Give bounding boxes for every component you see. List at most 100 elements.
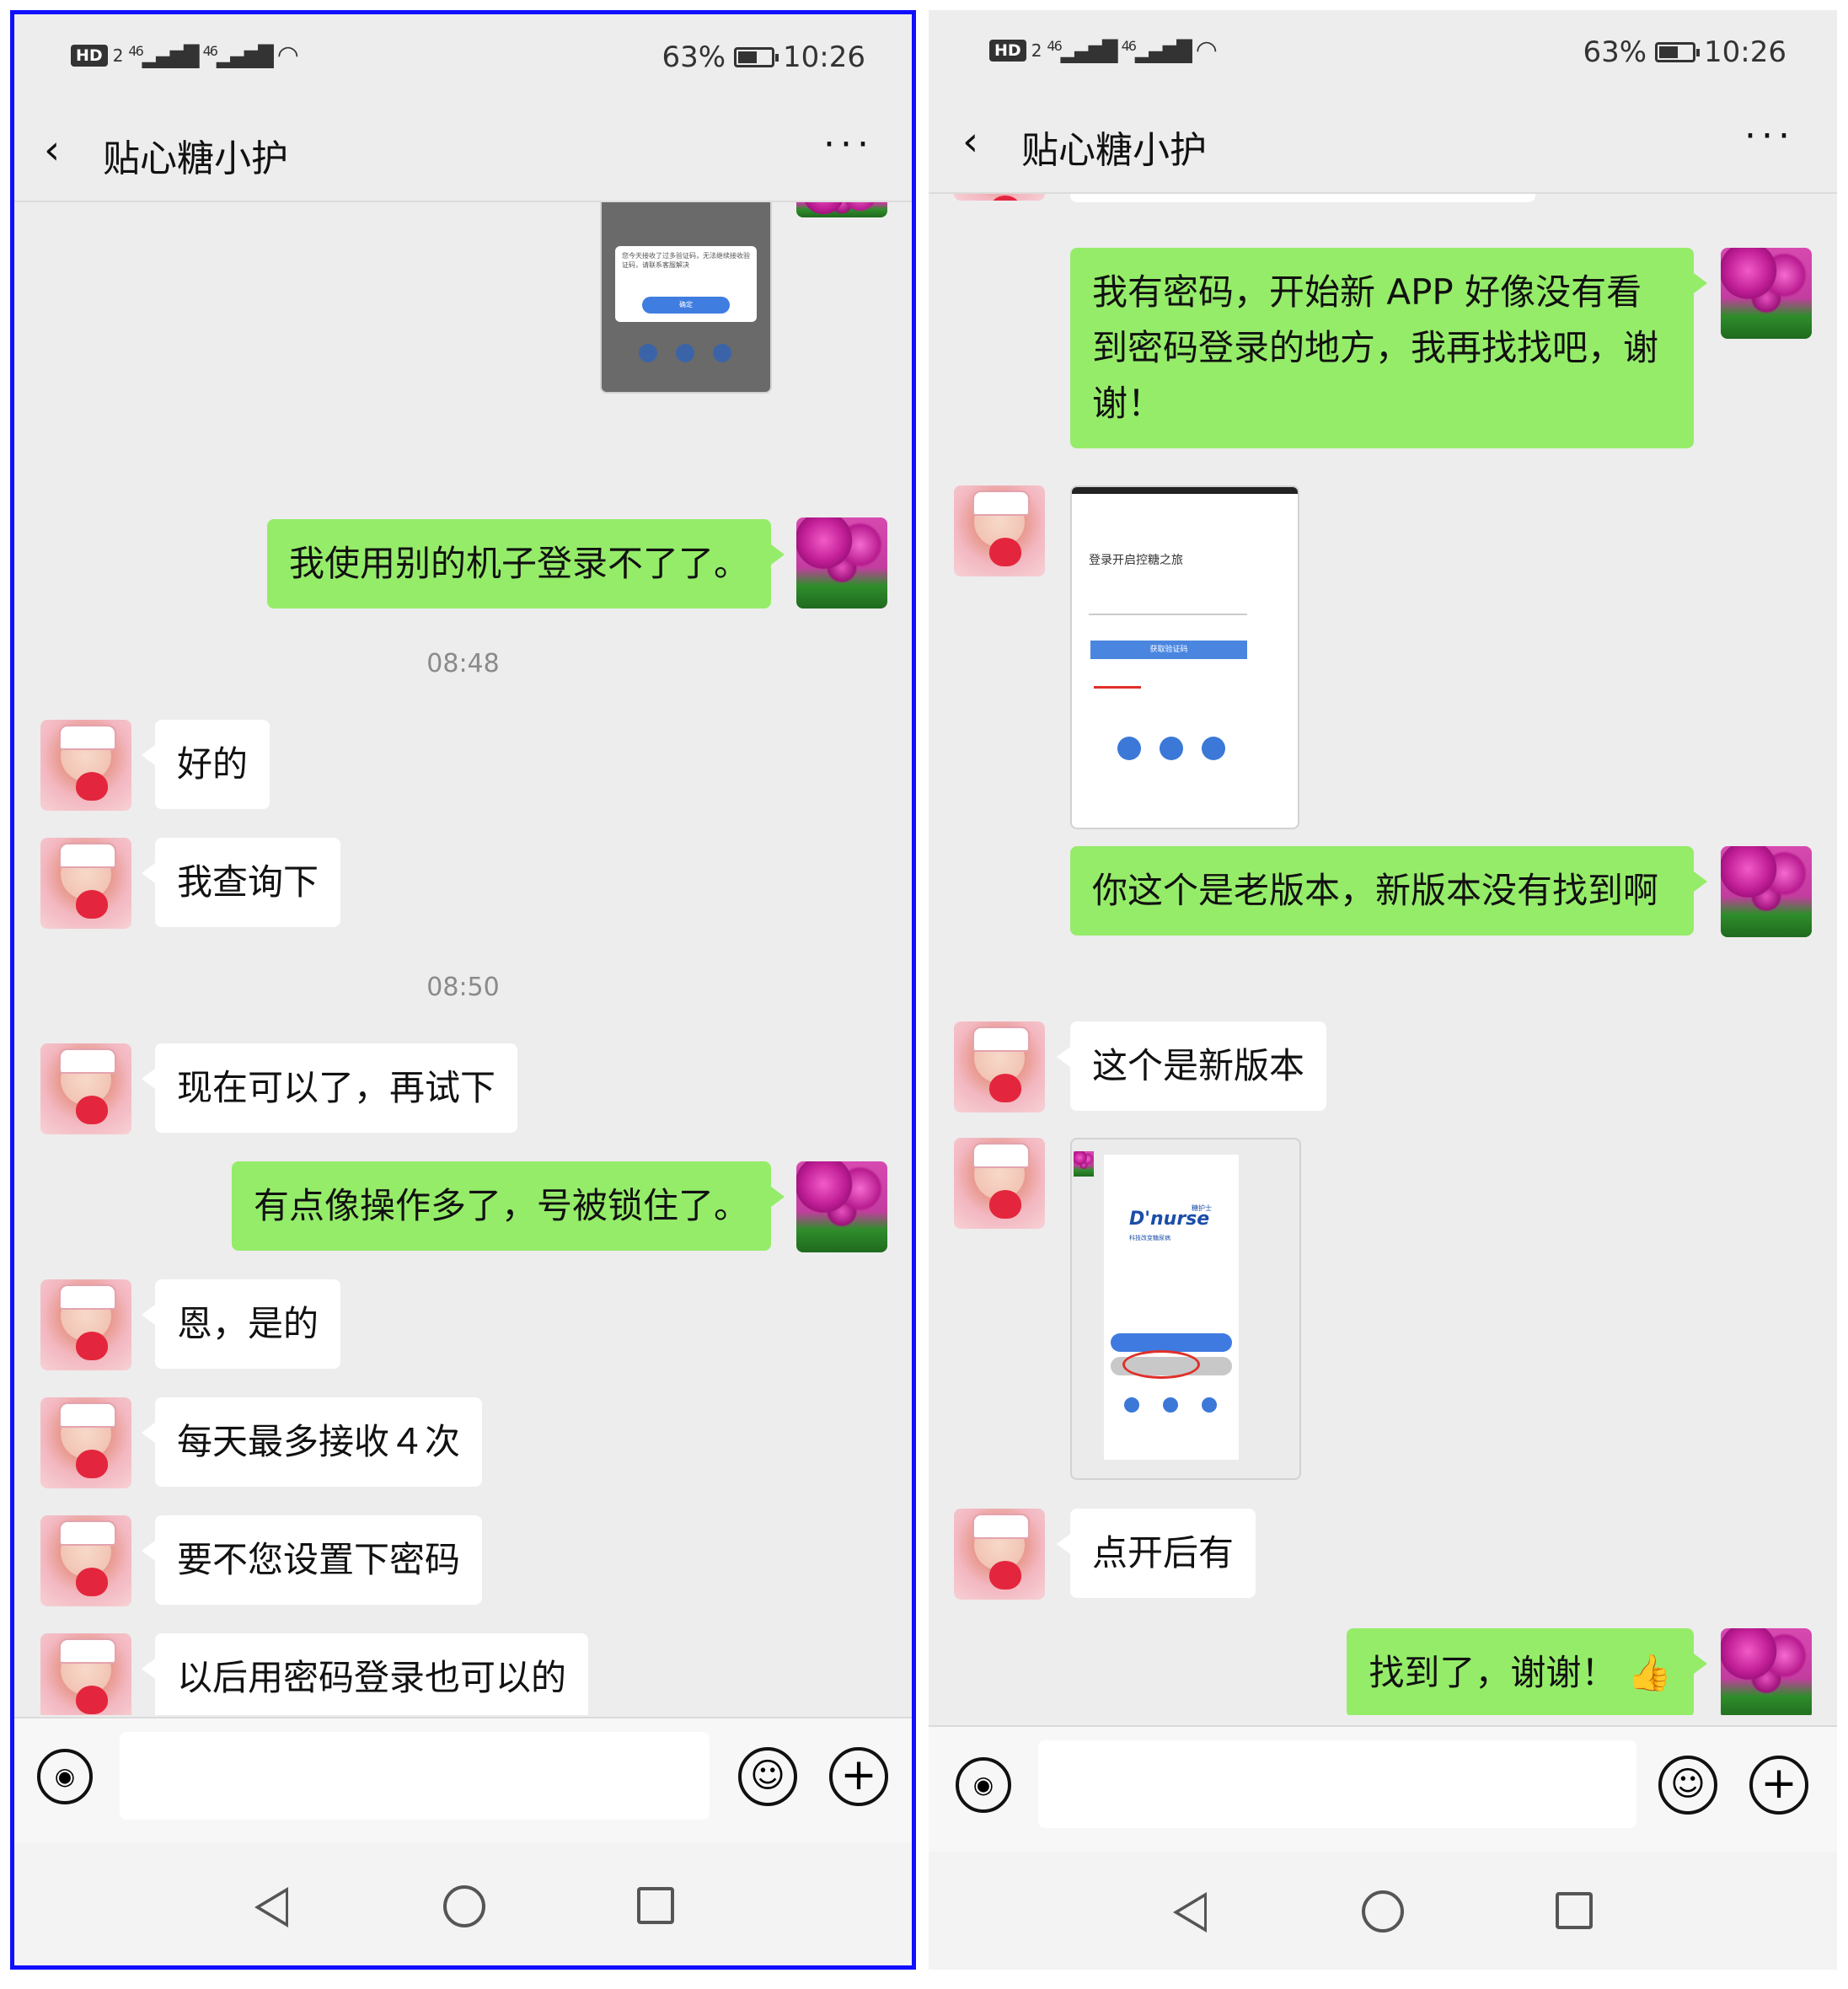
nav-back-icon[interactable] [254,1887,288,1927]
contact-avatar[interactable] [40,720,131,811]
more-icon[interactable]: ··· [1744,115,1795,158]
share-icon [713,344,731,362]
message-input[interactable] [1038,1740,1636,1828]
received-message[interactable]: 要不您设置下密码 [141,1515,483,1605]
battery-fill [738,51,758,63]
emoji-icon[interactable]: ☺ [738,1747,797,1806]
nav-home-icon[interactable] [443,1885,485,1927]
share-icon [639,344,657,362]
net-label: 46 [1047,37,1062,54]
plus-icon[interactable]: + [1749,1756,1808,1815]
chat-header: ‹ 贴心糖小护 ··· [929,94,1837,194]
signal-icon: 46▂▄▆█ [1121,37,1192,63]
screenshot-button: 获取验证码 [1090,641,1247,659]
voice-icon[interactable]: ◉ [37,1749,93,1804]
received-message[interactable]: 点开后有 [1056,1509,1256,1598]
emoji-icon[interactable]: ☺ [1658,1756,1717,1815]
contact-avatar[interactable] [40,1515,131,1606]
received-message[interactable]: 这个是新版本 [1056,1021,1327,1111]
contact-avatar[interactable] [954,1138,1045,1229]
thumbs-up-icon: 👍 [1627,1652,1672,1693]
sent-message[interactable]: 找到了，谢谢！ 👍 [1347,1628,1707,1715]
chat-header: ‹ 贴心糖小护 ··· [10,103,916,202]
battery-icon [734,47,779,67]
timestamp: 08:48 [426,649,500,678]
self-avatar[interactable] [1721,248,1812,339]
contact-avatar[interactable] [954,194,1045,201]
nav-recent-icon[interactable] [637,1887,674,1924]
clock: 10:26 [1704,35,1786,69]
contact-avatar[interactable] [954,485,1045,576]
received-message[interactable]: 我查询下 [141,838,341,927]
more-icon[interactable]: ··· [823,123,874,166]
wifi-icon: ◠ [276,40,299,70]
contact-avatar[interactable] [40,1279,131,1370]
sent-message[interactable]: 你这个是老版本，新版本没有找到啊 [1070,846,1707,936]
received-message[interactable]: 好的 [141,720,271,809]
contact-avatar[interactable] [40,1633,131,1715]
wifi-icon: ◠ [1195,35,1218,65]
image-message[interactable]: 您今天接收了过多验证码，无法继续接收验证码，请联系客服解决 确定 [600,202,772,394]
battery-icon [1655,42,1701,62]
voice-icon[interactable]: ◉ [956,1757,1011,1813]
plus-icon[interactable]: + [829,1747,888,1806]
red-circle-annotation [1122,1350,1200,1379]
self-avatar[interactable] [1721,846,1812,937]
timestamp: 08:50 [426,973,500,1002]
nav-recent-icon[interactable] [1556,1892,1593,1929]
battery-percent: 63% [662,40,726,74]
chat-title: 贴心糖小护 [1021,129,1207,172]
self-avatar[interactable] [796,517,887,608]
self-avatar[interactable] [796,202,887,217]
message-input[interactable] [120,1732,710,1820]
input-bar: ◉ ☺ + [929,1725,1837,1852]
self-avatar[interactable] [1721,1628,1812,1715]
screenshot-input [1089,614,1247,615]
back-icon[interactable]: ‹ [44,130,78,170]
app-screen: D'nurse 糖护士 科技改变糖尿病 [1104,1155,1239,1460]
image-message[interactable]: 登录开启控糖之旅 获取验证码 [1070,485,1299,829]
back-icon[interactable]: ‹ [962,121,996,162]
share-icon [1117,737,1141,760]
status-left: HD 2 46▂▄▆█ 46▂▄▆█ ◠ [71,40,299,70]
net-label: 46 [1121,37,1137,54]
share-icon [676,344,694,362]
share-icon [1124,1397,1139,1413]
battery-fill [1659,46,1679,58]
image-message[interactable]: D'nurse 糖护士 科技改变糖尿病 [1070,1138,1301,1480]
status-right: 63% 10:26 [662,40,865,74]
received-message-partial[interactable] [1070,194,1535,202]
app-logo-tag: 科技改变糖尿病 [1129,1235,1170,1241]
nav-back-icon[interactable] [1173,1892,1207,1933]
contact-avatar[interactable] [954,1509,1045,1600]
hd-badge: HD [989,39,1026,62]
dialog-box: 您今天接收了过多验证码，无法继续接收验证码，请联系客服解决 确定 [615,246,757,322]
dialog-text: 您今天接收了过多验证码，无法继续接收验证码，请联系客服解决 [622,252,750,269]
received-message[interactable]: 每天最多接收４次 [141,1397,483,1487]
battery-percent: 63% [1583,35,1647,69]
sent-message[interactable]: 我使用别的机子登录不了了。 [266,519,785,608]
sent-message[interactable]: 有点像操作多了，号被锁住了。 [231,1161,785,1251]
share-icon [1202,737,1225,760]
contact-avatar[interactable] [954,1021,1045,1112]
status-bar: HD 2 46▂▄▆█ 46▂▄▆█ ◠ 63% 10:26 [10,10,916,103]
message-list[interactable]: 您今天接收了过多验证码，无法继续接收验证码，请联系客服解决 确定 我使用别的机子… [10,202,916,1715]
signal-icon: 46▂▄▆█ [202,42,274,68]
clock: 10:26 [783,40,865,74]
received-message[interactable]: 以后用密码登录也可以的 [141,1633,589,1715]
sent-message[interactable]: 我有密码，开始新 APP 好像没有看到密码登录的地方，我再找找吧，谢谢！ [1070,248,1707,448]
message-list[interactable]: 我有密码，开始新 APP 好像没有看到密码登录的地方，我再找找吧，谢谢！ 登录开… [929,194,1837,1715]
tulip-thumbnail-icon [1074,1151,1094,1177]
signal-icon: 46▂▄▆█ [128,42,199,68]
hd-badge: HD [71,44,108,67]
self-avatar[interactable] [796,1161,887,1252]
nav-home-icon[interactable] [1362,1890,1404,1933]
contact-avatar[interactable] [40,838,131,929]
received-message[interactable]: 恩，是的 [141,1279,341,1369]
received-message[interactable]: 现在可以了，再试下 [141,1043,518,1133]
contact-avatar[interactable] [40,1397,131,1488]
system-nav-bar [929,1852,1837,1970]
contact-avatar[interactable] [40,1043,131,1134]
net-label: 46 [128,42,143,59]
chat-title: 贴心糖小护 [103,137,288,180]
